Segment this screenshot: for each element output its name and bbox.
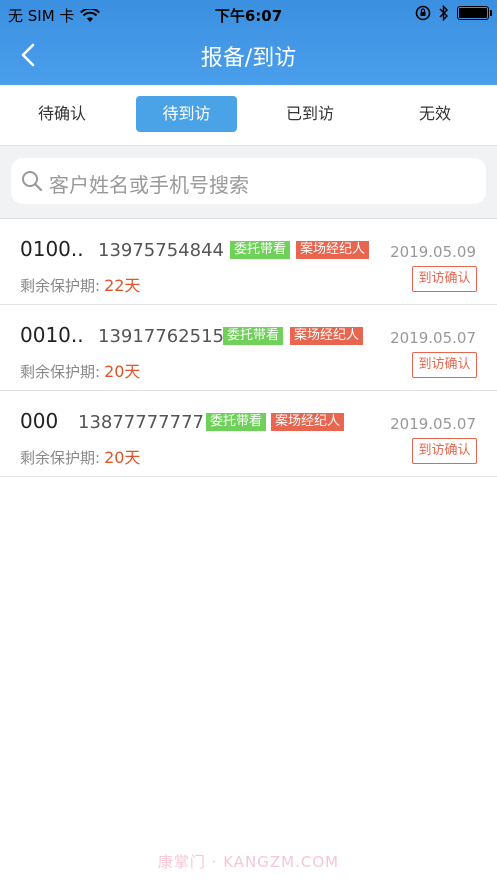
tag-entrusted-viewing: 委托带看 (206, 413, 267, 431)
record-date: 2019.05.09 (390, 243, 476, 261)
header: 无 SIM 卡 下午6:07 报备/到访 (0, 0, 497, 85)
search-input[interactable]: 客户姓名或手机号搜索 (11, 158, 486, 204)
nav-bar: 报备/到访 (0, 28, 497, 85)
battery-icon (457, 6, 492, 20)
customer-phone: 13975754844 (98, 240, 224, 261)
customer-phone: 13877777777 (78, 412, 204, 433)
visit-confirm-button[interactable]: 到访确认 (412, 352, 477, 378)
protection-days: 20天 (104, 448, 141, 467)
tag-entrusted-viewing: 委托带看 (230, 241, 291, 259)
orientation-lock-icon (415, 5, 431, 21)
tag-site-agent: 案场经纪人 (271, 413, 345, 431)
status-bar: 无 SIM 卡 下午6:07 (0, 0, 497, 28)
watermark: 康掌门 · KANGZM.COM (157, 853, 340, 871)
tab-pending-visit[interactable]: 待到访 (136, 96, 237, 132)
page-title: 报备/到访 (200, 46, 297, 71)
list-item[interactable]: 000 13877777777 委托带看 案场经纪人 2019.05.07 剩余… (0, 391, 497, 477)
bluetooth-icon (439, 5, 449, 21)
page: 无 SIM 卡 下午6:07 报备/到访 待确认 待到访 已到访 无效 客户姓名… (0, 0, 497, 883)
customer-name: 000 (20, 409, 59, 433)
protection-period: 剩余保护期: 22天 (20, 272, 140, 296)
protection-period: 剩余保护期: 20天 (20, 444, 140, 468)
record-date: 2019.05.07 (390, 415, 476, 433)
customer-name: 0100.. (20, 237, 84, 261)
customer-phone: 13917762515 (98, 326, 224, 347)
protection-label: 剩余保护期: (20, 277, 101, 295)
tag-site-agent: 案场经纪人 (296, 241, 370, 259)
list-item[interactable]: 0100.. 13975754844 委托带看 案场经纪人 2019.05.09… (0, 219, 497, 305)
protection-period: 剩余保护期: 20天 (20, 358, 140, 382)
customer-name: 0010.. (20, 323, 84, 347)
protection-label: 剩余保护期: (20, 449, 101, 467)
record-list: 0100.. 13975754844 委托带看 案场经纪人 2019.05.09… (0, 219, 497, 477)
search-area: 客户姓名或手机号搜索 (0, 146, 497, 219)
tab-bar: 待确认 待到访 已到访 无效 (0, 85, 497, 146)
tag-site-agent: 案场经纪人 (290, 327, 364, 345)
list-item[interactable]: 0010.. 13917762515 委托带看 案场经纪人 2019.05.07… (0, 305, 497, 391)
tab-visited[interactable]: 已到访 (261, 96, 359, 132)
visit-confirm-button[interactable]: 到访确认 (412, 266, 477, 292)
protection-days: 22天 (104, 276, 141, 295)
search-icon (22, 171, 43, 192)
tab-pending-confirm[interactable]: 待确认 (13, 96, 111, 132)
protection-label: 剩余保护期: (20, 363, 101, 381)
search-placeholder: 客户姓名或手机号搜索 (49, 173, 249, 197)
record-date: 2019.05.07 (390, 329, 476, 347)
visit-confirm-button[interactable]: 到访确认 (412, 438, 477, 464)
tag-entrusted-viewing: 委托带看 (223, 327, 284, 345)
status-right (415, 5, 492, 21)
tab-invalid[interactable]: 无效 (386, 96, 484, 132)
protection-days: 20天 (104, 362, 141, 381)
